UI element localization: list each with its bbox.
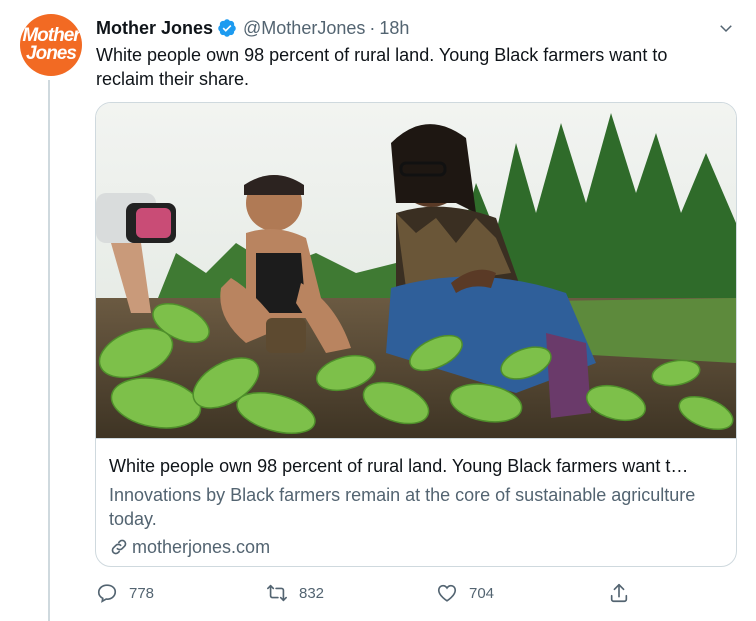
reply-button[interactable]: 778 [96,578,154,608]
tweet-text: White people own 98 percent of rural lan… [96,45,668,89]
verified-badge-icon [217,18,237,38]
retweet-icon [266,582,288,604]
card-body[interactable]: White people own 98 percent of rural lan… [96,440,736,559]
card-title: White people own 98 percent of rural lan… [109,456,689,476]
reply-icon [96,582,118,604]
tweet-header: Mother Jones @MotherJones · 18h [96,16,740,40]
like-button[interactable]: 704 [436,578,494,608]
like-count: 704 [469,584,495,602]
card-description: Innovations by Black farmers remain at t… [109,485,696,529]
thread-line [48,80,50,621]
link-icon [109,537,129,557]
separator-dot: · [369,17,376,38]
card-image[interactable] [96,103,736,439]
retweet-button[interactable]: 832 [266,578,324,608]
share-button[interactable] [608,578,630,608]
tweet-actions: 778 832 704 [96,578,656,608]
reply-count: 778 [129,584,155,602]
avatar[interactable]: Mother Jones [20,14,82,76]
tweet-time[interactable]: 18h [379,18,409,39]
card-domain-text: motherjones.com [132,537,271,557]
like-icon [436,582,458,604]
author-name[interactable]: Mother Jones [96,18,213,39]
author-handle[interactable]: @MotherJones [243,18,365,39]
avatar-line-2: Jones [26,43,77,64]
link-card[interactable]: White people own 98 percent of rural lan… [95,102,737,567]
share-icon [608,582,630,604]
card-domain: motherjones.com [109,535,722,559]
retweet-count: 832 [299,584,325,602]
chevron-down-icon[interactable] [714,16,738,40]
